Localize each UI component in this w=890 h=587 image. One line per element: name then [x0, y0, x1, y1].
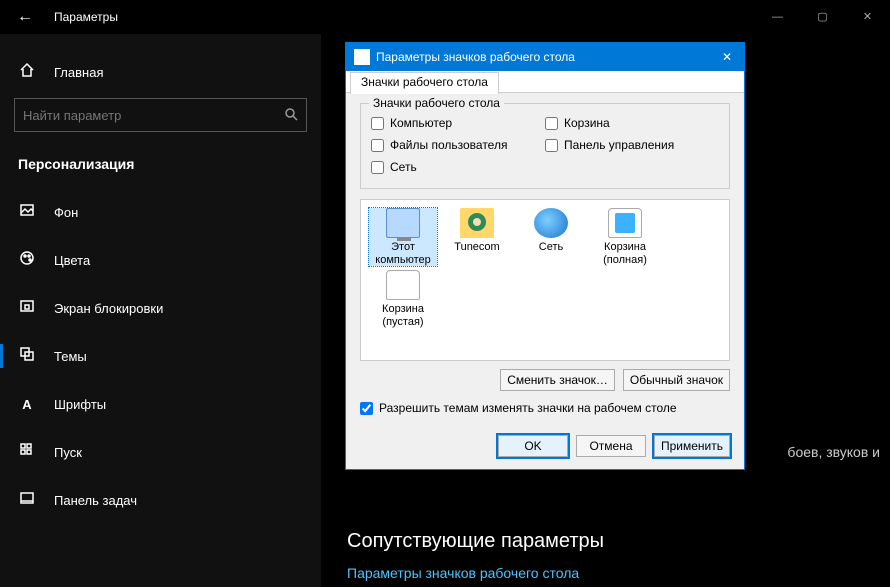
dialog-close-button[interactable]: ✕: [718, 50, 736, 64]
search-input[interactable]: [23, 108, 284, 123]
maximize-button[interactable]: ▢: [800, 0, 845, 34]
icon-recycle-full[interactable]: Корзина (полная): [591, 208, 659, 266]
ok-button[interactable]: OK: [498, 435, 568, 457]
minimize-button[interactable]: —: [755, 0, 800, 34]
check-network[interactable]: Сеть: [371, 156, 545, 178]
icon-preview-box: Этот компьютер Tunecom Сеть Корзина (пол…: [360, 199, 730, 361]
default-icon-button[interactable]: Обычный значок: [623, 369, 730, 391]
back-button[interactable]: ←: [0, 8, 50, 26]
check-controlpanel[interactable]: Панель управления: [545, 134, 719, 156]
dialog-title: Параметры значков рабочего стола: [376, 50, 718, 64]
sidebar-item-lockscreen[interactable]: Экран блокировки: [0, 288, 321, 328]
sidebar-item-label: Фон: [54, 205, 78, 220]
sidebar-item-background[interactable]: Фон: [0, 192, 321, 232]
apply-button[interactable]: Применить: [654, 435, 730, 457]
window-title: Параметры: [50, 10, 755, 24]
font-icon: A: [18, 397, 36, 412]
sidebar-item-taskbar[interactable]: Панель задач: [0, 480, 321, 520]
sidebar-item-label: Цвета: [54, 253, 90, 268]
related-header: Сопутствующие параметры: [347, 530, 870, 553]
sidebar-item-colors[interactable]: Цвета: [0, 240, 321, 280]
dialog-icon: [354, 49, 370, 65]
section-label: Персонализация: [0, 138, 321, 180]
icon-user-folder[interactable]: Tunecom: [443, 208, 511, 266]
desktop-icons-group: Значки рабочего стола Компьютер Файлы по…: [360, 103, 730, 189]
check-userfiles[interactable]: Файлы пользователя: [371, 134, 545, 156]
close-button[interactable]: ✕: [845, 0, 890, 34]
taskbar-icon: [18, 490, 36, 510]
picture-icon: [18, 202, 36, 222]
sidebar-home-label: Главная: [54, 65, 103, 80]
sidebar-item-label: Экран блокировки: [54, 301, 163, 316]
check-computer[interactable]: Компьютер: [371, 112, 545, 134]
cancel-button[interactable]: Отмена: [576, 435, 646, 457]
search-icon: [284, 107, 298, 124]
change-icon-button[interactable]: Сменить значок…: [500, 369, 615, 391]
sidebar-item-label: Шрифты: [54, 397, 106, 412]
check-allow-themes[interactable]: Разрешить темам изменять значки на рабоч…: [360, 397, 730, 415]
sidebar-item-label: Темы: [54, 349, 87, 364]
icon-this-computer[interactable]: Этот компьютер: [369, 208, 437, 266]
lock-screen-icon: [18, 298, 36, 318]
sidebar-item-themes[interactable]: Темы: [0, 336, 321, 376]
body-fragment: боев, звуков и: [787, 444, 880, 460]
palette-icon: [18, 250, 36, 270]
icon-recycle-empty[interactable]: Корзина (пустая): [369, 270, 437, 328]
check-recycle[interactable]: Корзина: [545, 112, 719, 134]
home-icon: [18, 62, 36, 82]
search-box[interactable]: [14, 98, 307, 132]
icon-network[interactable]: Сеть: [517, 208, 585, 266]
sidebar-item-start[interactable]: Пуск: [0, 432, 321, 472]
start-icon: [18, 442, 36, 462]
themes-icon: [18, 346, 36, 366]
sidebar-item-label: Панель задач: [54, 493, 137, 508]
tab-desktop-icons[interactable]: Значки рабочего стола: [350, 72, 499, 94]
sidebar-item-label: Пуск: [54, 445, 82, 460]
desktop-icons-dialog: Параметры значков рабочего стола ✕ Значк…: [345, 42, 745, 470]
sidebar-item-fonts[interactable]: A Шрифты: [0, 384, 321, 424]
sidebar-home[interactable]: Главная: [0, 52, 321, 92]
group-label: Значки рабочего стола: [369, 96, 504, 110]
related-link[interactable]: Параметры значков рабочего стола: [347, 565, 870, 581]
